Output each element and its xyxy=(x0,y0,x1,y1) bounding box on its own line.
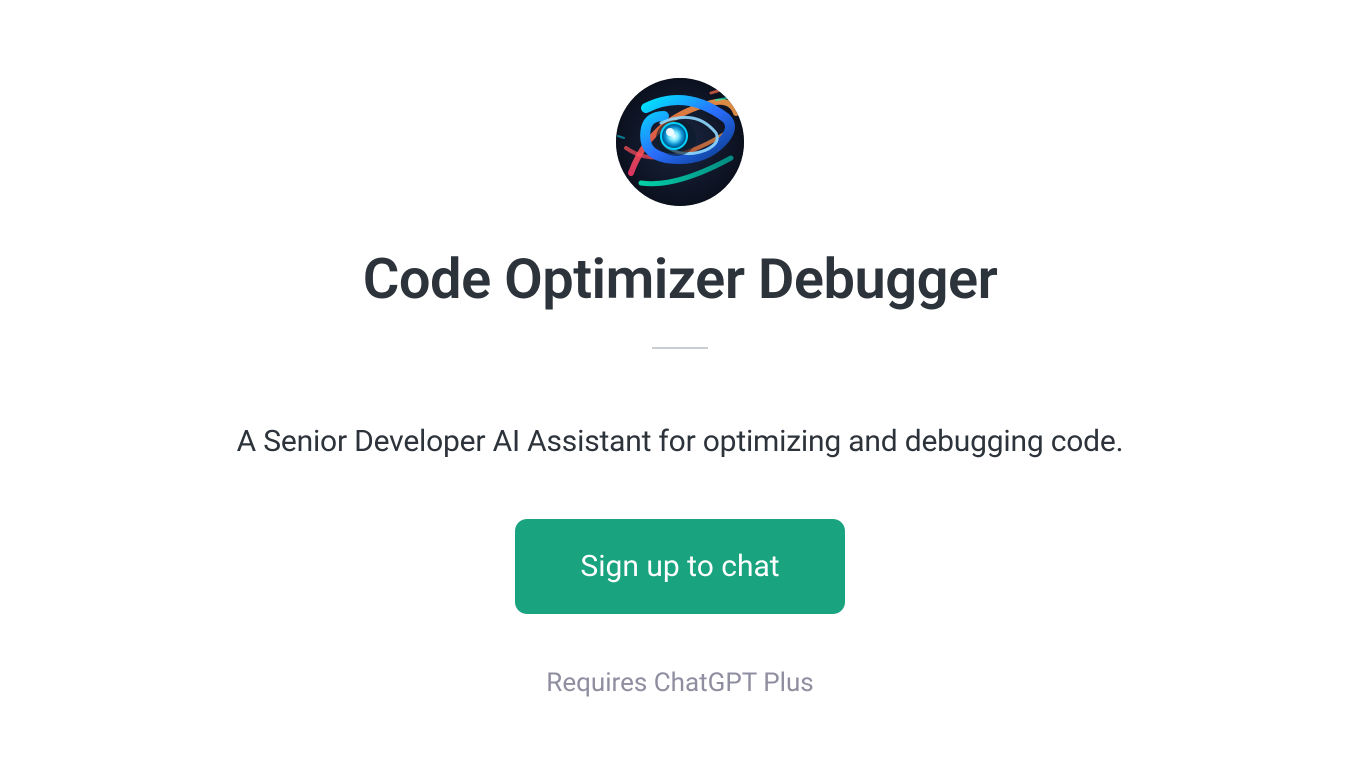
gpt-avatar xyxy=(616,78,744,206)
title-divider xyxy=(652,347,708,349)
requirement-note: Requires ChatGPT Plus xyxy=(546,668,813,698)
sign-up-button[interactable]: Sign up to chat xyxy=(515,519,844,614)
futuristic-tech-icon xyxy=(616,78,744,206)
page-subtitle: A Senior Developer AI Assistant for opti… xyxy=(237,424,1124,459)
page-title: Code Optimizer Debugger xyxy=(363,246,998,312)
